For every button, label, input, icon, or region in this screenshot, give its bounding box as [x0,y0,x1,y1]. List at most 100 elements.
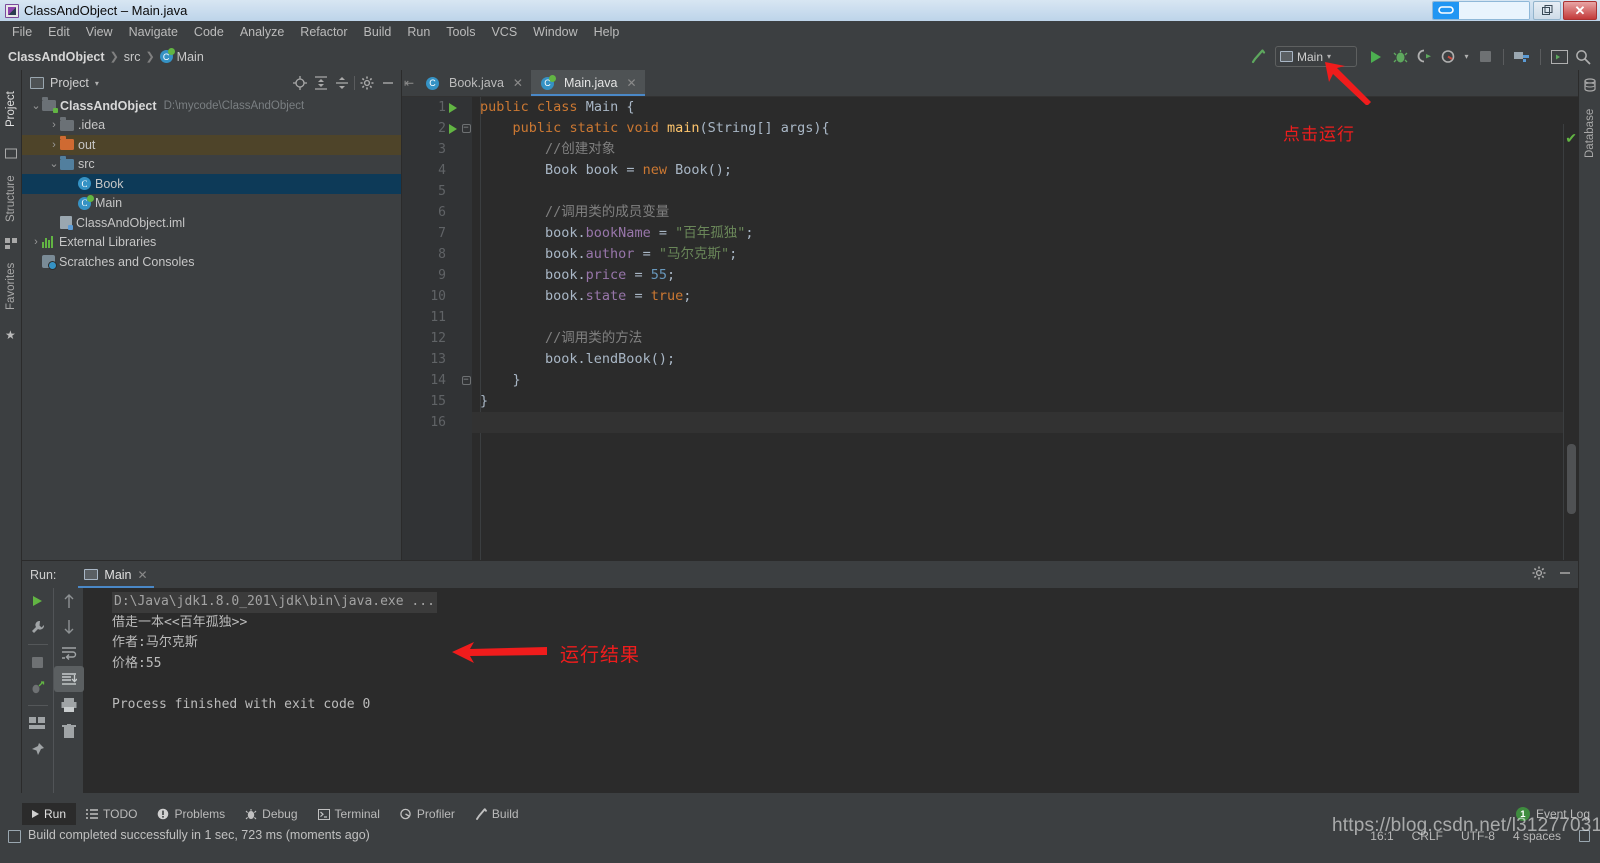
expand-all-icon[interactable] [312,74,330,92]
hammer-icon[interactable] [1247,46,1269,68]
stop-button[interactable] [1474,46,1496,68]
tab-book-java[interactable]: C Book.java ✕ [416,70,531,96]
menu-edit[interactable]: Edit [40,23,78,41]
scroll-up-icon[interactable] [54,588,84,614]
chevron-down-icon[interactable]: ⌄ [30,100,42,111]
code-canvas[interactable]: 1 public class Main {2 − public static voi… [402,97,1578,560]
console-output[interactable]: D:\Java\jdk1.8.0_201\jdk\bin\java.exe ..… [84,588,1578,793]
chevron-right-icon[interactable]: › [30,236,42,248]
menu-window[interactable]: Window [525,23,585,41]
menu-navigate[interactable]: Navigate [121,23,186,41]
layout-icon[interactable] [22,710,52,736]
stop-button[interactable] [22,649,52,675]
tree-row-book[interactable]: C Book [22,174,401,194]
menu-run[interactable]: Run [399,23,438,41]
gutter-run-icon[interactable] [446,102,460,113]
minimize-icon[interactable] [379,74,397,92]
bottom-tab-profiler[interactable]: Profiler [390,803,465,825]
minimize-icon[interactable] [1558,566,1572,583]
close-window-button[interactable]: ✕ [1563,1,1597,20]
close-icon[interactable]: ✕ [626,76,636,90]
sidebar-item-database[interactable]: Database [1579,96,1600,170]
scroll-to-end-icon[interactable] [54,666,84,692]
debug-button[interactable] [1389,46,1411,68]
close-icon[interactable]: ✕ [513,76,523,90]
tab-main-java[interactable]: C Main.java ✕ [530,70,645,96]
breadcrumb-src[interactable]: src [124,50,141,64]
chevron-down-icon[interactable]: ▾ [95,79,99,88]
tree-row-external-libraries[interactable]: › External Libraries [22,233,401,253]
chevron-down-icon[interactable]: ⌄ [48,159,60,170]
gutter-run-icon[interactable] [446,123,460,134]
menu-vcs[interactable]: VCS [483,23,525,41]
soft-wrap-icon[interactable] [54,640,84,666]
menu-view[interactable]: View [78,23,121,41]
menu-help[interactable]: Help [586,23,628,41]
bottom-tab-debug[interactable]: Debug [235,803,307,825]
menu-file[interactable]: File [4,23,40,41]
terminal-button[interactable] [1548,46,1570,68]
close-icon[interactable]: ✕ [138,568,148,582]
menu-analyze[interactable]: Analyze [232,23,292,41]
menu-tools[interactable]: Tools [438,23,483,41]
pin-icon[interactable] [22,736,52,762]
bottom-splitter[interactable] [0,793,1600,803]
caret-position[interactable]: 16:1 [1370,829,1393,843]
code-line: 1 public class Main { [402,97,1578,118]
chevron-right-icon[interactable]: › [48,139,60,151]
tree-row--idea[interactable]: › .idea [22,116,401,136]
gear-icon[interactable] [358,74,376,92]
sidebar-item-project[interactable]: Project [0,76,22,142]
menu-refactor[interactable]: Refactor [292,23,355,41]
editor-error-stripe[interactable]: ✔ [1564,124,1578,560]
bottom-tab-terminal[interactable]: Terminal [308,803,390,825]
tree-row-classandobject[interactable]: ⌄ ClassAndObject D:\mycode\ClassAndObject [22,96,401,116]
gear-icon[interactable] [1532,566,1546,583]
sidebar-item-favorites[interactable]: Favorites [0,250,22,322]
profiler-button[interactable] [1437,46,1459,68]
event-log-area[interactable]: 1 Event Log [1515,803,1590,825]
tree-row-classandobject-iml[interactable]: ClassAndObject.iml [22,213,401,233]
wrench-icon[interactable] [22,614,52,640]
file-encoding[interactable]: UTF-8 [1461,829,1495,843]
run-panel-tab-main[interactable]: Main ✕ [78,561,154,588]
project-structure-button[interactable] [1511,46,1533,68]
trash-icon[interactable] [54,718,84,744]
tree-row-out[interactable]: › out [22,135,401,155]
chevron-right-icon[interactable]: › [48,119,60,131]
chevron-down-icon[interactable]: ▾ [1461,46,1472,68]
scroll-down-icon[interactable] [54,614,84,640]
line-separator[interactable]: CRLF [1412,829,1443,843]
menu-code[interactable]: Code [186,23,232,41]
fold-toggle-icon[interactable]: − [460,376,472,385]
lock-icon[interactable] [1579,830,1590,842]
console-line: Process finished with exit code 0 [112,696,371,712]
breadcrumb-file[interactable]: Main [177,50,204,64]
event-log-label[interactable]: Event Log [1536,807,1590,821]
fold-toggle-icon[interactable]: − [460,124,472,133]
tree-row-src[interactable]: ⌄ src [22,155,401,175]
tree-row-label: Book [95,176,124,191]
rerun-button[interactable] [22,588,52,614]
locate-icon[interactable] [291,74,309,92]
bottom-tab-problems[interactable]: Problems [147,803,235,825]
tree-row-main[interactable]: C Main [22,194,401,214]
indent-setting[interactable]: 4 spaces [1513,829,1561,843]
editor-scrollbar-thumb[interactable] [1567,444,1576,514]
run-with-coverage-button[interactable] [1413,46,1435,68]
breadcrumb-project[interactable]: ClassAndObject [8,50,105,64]
collapse-all-icon[interactable] [333,74,351,92]
sidebar-item-structure[interactable]: Structure [0,164,22,234]
restore-window-button[interactable] [1533,1,1561,20]
overlay-search-input[interactable] [1459,2,1529,19]
bottom-tab-run[interactable]: Run [22,803,77,825]
bottom-tab-todo[interactable]: TODO [76,803,147,825]
bottom-tab-build[interactable]: Build [465,803,529,825]
print-icon[interactable] [54,692,84,718]
menu-build[interactable]: Build [356,23,400,41]
search-icon[interactable] [1572,46,1594,68]
thread-dump-icon[interactable] [22,675,52,701]
tree-row-scratches-and-consoles[interactable]: Scratches and Consoles [22,252,401,272]
overlay-search-box[interactable] [1432,1,1530,20]
code-line: 16 [402,412,1578,433]
